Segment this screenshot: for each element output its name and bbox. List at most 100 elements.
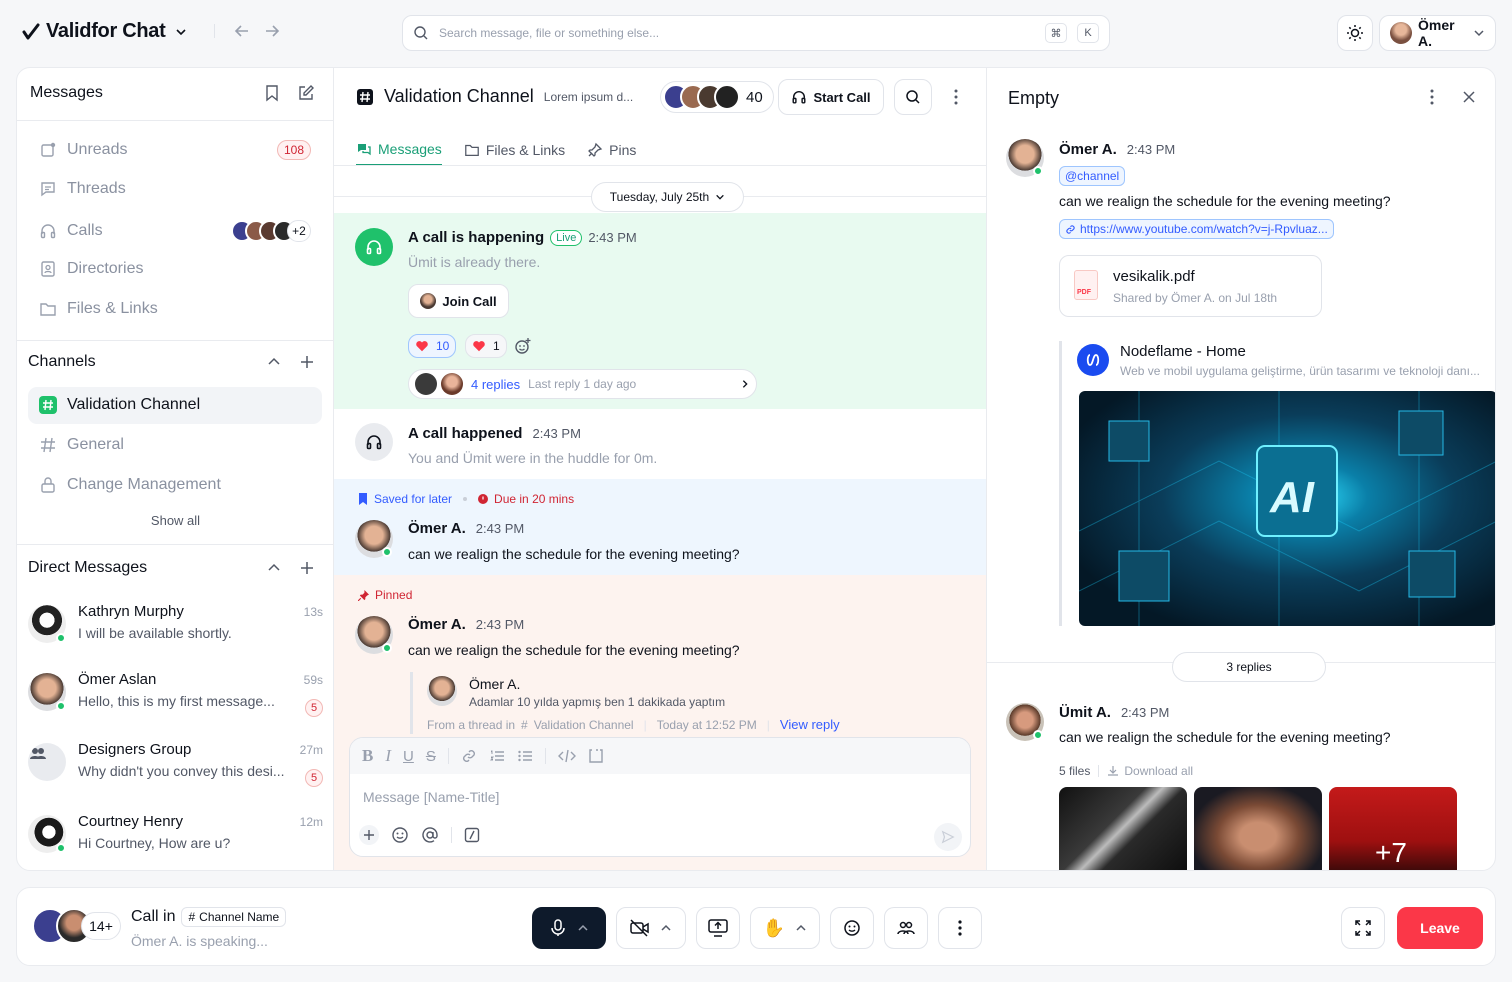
- add-channel-icon[interactable]: [299, 354, 315, 370]
- channel-item-general[interactable]: General: [39, 436, 124, 454]
- reaction-heart[interactable]: 1: [465, 334, 507, 358]
- show-all-link[interactable]: Show all: [17, 513, 334, 528]
- code-icon[interactable]: [557, 748, 576, 764]
- thread-replies-bar[interactable]: 4 replies Last reply 1 day ago: [408, 369, 757, 399]
- dm-item[interactable]: Kathryn Murphy I will be available short…: [28, 603, 323, 655]
- tab-messages[interactable]: Messages: [356, 134, 442, 166]
- underline-icon[interactable]: U: [403, 748, 414, 765]
- more-vertical-icon[interactable]: [1424, 88, 1440, 106]
- slash-command-icon[interactable]: [464, 827, 480, 843]
- sidebar-item-threads[interactable]: Threads: [39, 180, 126, 198]
- start-call-button[interactable]: Start Call: [778, 79, 884, 115]
- chevron-up-icon[interactable]: [577, 922, 589, 934]
- preview-title[interactable]: Nodeflame - Home: [1120, 343, 1246, 360]
- channel-description: Lorem ipsum d...: [543, 89, 634, 104]
- dm-item[interactable]: Courtney Henry Hi Courtney, How are u? 1…: [28, 813, 323, 865]
- replies-divider[interactable]: 3 replies: [1172, 652, 1326, 682]
- channel-search-button[interactable]: [894, 79, 932, 115]
- view-reply-link[interactable]: View reply: [780, 717, 840, 732]
- send-button[interactable]: [934, 823, 962, 851]
- chevron-up-icon[interactable]: [660, 922, 672, 934]
- add-reaction-icon[interactable]: [513, 336, 533, 356]
- bookmark-icon[interactable]: [263, 84, 281, 102]
- user-menu-button[interactable]: Ömer A.: [1379, 15, 1496, 51]
- channel-item-validation[interactable]: Validation Channel: [39, 396, 200, 414]
- microphone-button[interactable]: [532, 907, 606, 949]
- plus-icon[interactable]: [359, 825, 379, 845]
- chevron-down-icon[interactable]: [175, 26, 187, 38]
- dms-title: Direct Messages: [28, 559, 148, 576]
- arrow-right-icon[interactable]: [263, 22, 281, 40]
- channel-item-change-management[interactable]: Change Management: [39, 476, 221, 494]
- divider: [1098, 765, 1100, 777]
- file-attachment[interactable]: PDF vesikalik.pdf Shared by Ömer A. on J…: [1059, 255, 1322, 317]
- chevron-down-icon: [715, 192, 725, 202]
- date-divider[interactable]: Tuesday, July 25th: [591, 182, 744, 212]
- join-call-button[interactable]: Join Call: [408, 284, 509, 318]
- download-all-button[interactable]: Download all: [1107, 764, 1193, 778]
- message-input[interactable]: Message [Name-Title]: [363, 789, 499, 805]
- chevron-up-icon[interactable]: [795, 922, 807, 934]
- separator-dot: [463, 497, 468, 501]
- replies-count: 4 replies: [471, 376, 521, 392]
- quote-text: Adamlar 10 yılda yapmış ben 1 dakikada y…: [469, 695, 726, 709]
- headphones-icon: [791, 89, 807, 105]
- participants-button[interactable]: [884, 907, 928, 949]
- add-dm-icon[interactable]: [299, 560, 315, 576]
- italic-icon[interactable]: I: [385, 746, 391, 766]
- bold-icon[interactable]: B: [362, 746, 373, 766]
- tab-files-links[interactable]: Files & Links: [464, 134, 565, 166]
- file-thumbnail[interactable]: +7: [1329, 787, 1457, 870]
- reaction-heart[interactable]: 10: [408, 334, 457, 358]
- chevron-up-icon[interactable]: [266, 560, 282, 576]
- message-time: 2:43 PM: [475, 521, 525, 536]
- camera-button[interactable]: [616, 907, 686, 949]
- tab-label: Pins: [609, 142, 637, 158]
- close-icon[interactable]: [1461, 88, 1477, 106]
- file-thumbnail[interactable]: [1194, 787, 1322, 870]
- author-name: Ömer A.: [408, 616, 466, 633]
- code-block-icon[interactable]: [588, 748, 604, 764]
- message-link[interactable]: https://www.youtube.com/watch?v=j-Rpvlua…: [1059, 219, 1334, 239]
- fullscreen-button[interactable]: [1341, 907, 1385, 949]
- call-channel-chip[interactable]: # Channel Name: [181, 907, 287, 927]
- search-bar: ⌘ K: [402, 15, 1110, 51]
- chevron-up-icon[interactable]: [266, 354, 282, 370]
- more-vertical-icon[interactable]: [948, 88, 964, 106]
- sidebar-item-calls[interactable]: Calls +2: [39, 220, 311, 242]
- dm-time: 59s: [303, 673, 323, 687]
- link-icon[interactable]: [461, 748, 477, 764]
- search-input[interactable]: [439, 26, 1035, 40]
- sidebar-item-files[interactable]: Files & Links: [39, 300, 158, 318]
- bullet-list-icon[interactable]: [517, 748, 533, 764]
- raise-hand-button[interactable]: ✋: [750, 907, 820, 949]
- theme-toggle-button[interactable]: [1337, 15, 1373, 51]
- message-text: can we realign the schedule for the even…: [408, 642, 740, 658]
- call-more-button[interactable]: [938, 907, 982, 949]
- sidebar-item-directories[interactable]: Directories: [39, 260, 143, 278]
- tab-pins[interactable]: Pins: [587, 134, 636, 166]
- channel-label: Change Management: [67, 476, 221, 493]
- arrow-left-icon[interactable]: [233, 22, 251, 40]
- ordered-list-icon[interactable]: [489, 748, 505, 764]
- compose-icon[interactable]: [297, 84, 315, 102]
- sidebar-item-unreads[interactable]: Unreads 108: [39, 140, 311, 160]
- past-call-message: A call happened 2:43 PM You and Ümit wer…: [334, 409, 986, 479]
- dm-item[interactable]: Ömer Aslan Hello, this is my first messa…: [28, 671, 323, 723]
- strikethrough-icon[interactable]: S: [426, 748, 436, 765]
- members-button[interactable]: 40: [660, 81, 774, 113]
- emoji-icon[interactable]: [391, 826, 409, 844]
- mention-icon[interactable]: [421, 826, 439, 844]
- preview-image[interactable]: AI: [1079, 391, 1495, 626]
- heart-icon: [415, 339, 429, 353]
- reactions-button[interactable]: [830, 907, 874, 949]
- file-thumbnail[interactable]: [1059, 787, 1187, 870]
- online-dot: [56, 633, 66, 643]
- chevron-right-icon: [740, 379, 750, 389]
- mention-chip[interactable]: @channel: [1059, 166, 1126, 186]
- leave-call-button[interactable]: Leave: [1397, 907, 1483, 949]
- app-logo[interactable]: Validfor Chat: [22, 20, 187, 43]
- share-screen-button[interactable]: [696, 907, 740, 949]
- call-title: Call in: [131, 908, 176, 925]
- dm-item[interactable]: Designers Group Why didn't you convey th…: [28, 741, 323, 793]
